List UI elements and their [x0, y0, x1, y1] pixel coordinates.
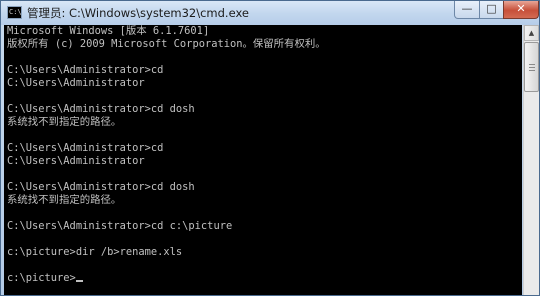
console-line: Microsoft Windows [版本 6.1.7601] — [7, 25, 210, 37]
prompt-text: c:\picture> — [7, 272, 76, 284]
text-cursor — [75, 280, 83, 282]
grip-line — [529, 70, 535, 71]
console-line: C:\Users\Administrator>cd dosh — [7, 103, 195, 115]
console-line: 版权所有 (c) 2009 Microsoft Corporation。保留所有… — [7, 38, 326, 50]
console-line: 系统找不到指定的路径。 — [7, 194, 122, 206]
console-line: C:\Users\Administrator>cd — [7, 64, 164, 76]
console-line: 系统找不到指定的路径。 — [7, 116, 122, 128]
grip-line — [529, 67, 535, 68]
console-line: C:\Users\Administrator — [7, 155, 145, 167]
console-output[interactable]: Microsoft Windows [版本 6.1.7601] 版权所有 (c)… — [4, 25, 522, 295]
console-line: c:\picture>dir /b>rename.xls — [7, 246, 183, 258]
vertical-scrollbar[interactable]: ▲ — [523, 25, 539, 295]
scroll-thumb[interactable] — [524, 42, 539, 92]
console-line: C:\Users\Administrator>cd c:\picture — [7, 220, 233, 232]
console-line: C:\Users\Administrator — [7, 77, 145, 89]
console-line: C:\Users\Administrator>cd dosh — [7, 181, 195, 193]
minimize-button[interactable]: — — [454, 1, 480, 19]
window-title: 管理员: C:\Windows\system32\cmd.exe — [27, 6, 249, 20]
title-bar[interactable]: C:\ 管理员: C:\Windows\system32\cmd.exe — □… — [1, 1, 539, 25]
grip-line — [529, 64, 535, 65]
prompt-line[interactable]: c:\picture> — [4, 272, 522, 285]
maximize-button[interactable]: □ — [479, 1, 504, 19]
close-button[interactable]: ✕ — [503, 1, 539, 19]
console-line: C:\Users\Administrator>cd — [7, 142, 164, 154]
scroll-up-arrow-icon[interactable]: ▲ — [524, 25, 539, 41]
cmd-app-icon[interactable]: C:\ — [7, 6, 22, 19]
cmd-window: C:\ 管理员: C:\Windows\system32\cmd.exe — □… — [0, 0, 540, 296]
